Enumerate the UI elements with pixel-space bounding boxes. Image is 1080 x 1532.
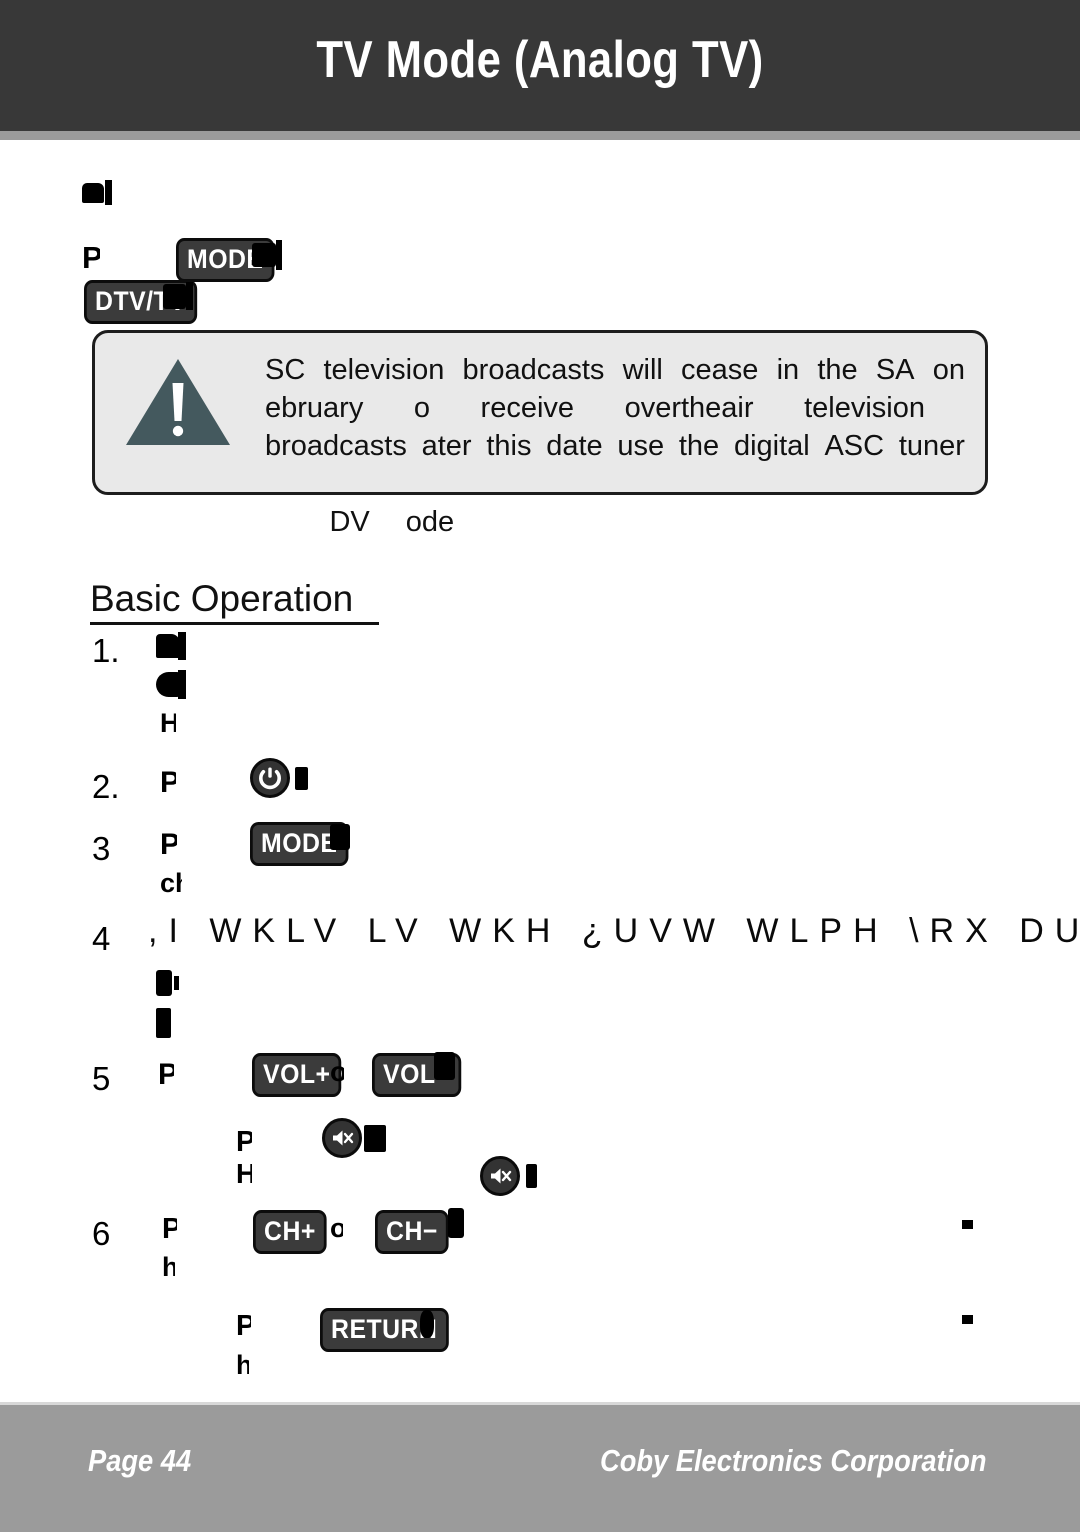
- step-4-fragment-a: [156, 970, 180, 996]
- artifact-dot-2: [962, 1315, 973, 1324]
- step-5-fragment-c: [434, 1052, 455, 1080]
- intro-fragment-2: P: [82, 242, 100, 273]
- warning-note-box: SC television broadcasts will cease in t…: [92, 330, 988, 538]
- step-number-5: 5: [92, 1060, 111, 1097]
- page-title: TV Mode (Analog TV): [316, 31, 764, 89]
- step-6-return-fragment: P: [236, 1312, 251, 1341]
- step-2-fragment-a: P: [160, 768, 176, 798]
- badge-ch-up-label: CH+: [253, 1210, 327, 1254]
- artifact-dot-1: [962, 1220, 973, 1229]
- step-6-fragment-a: P: [162, 1215, 177, 1244]
- step-6-fragment-b: o: [330, 1215, 343, 1242]
- note-line-2: ebruary o receive overtheair television: [265, 392, 925, 424]
- note-line-1: SC television broadcasts will cease in t…: [265, 354, 965, 386]
- intro-fragment-4: [163, 282, 194, 310]
- step-1-fragment-a: [156, 632, 187, 660]
- warning-triangle-icon: [123, 353, 233, 449]
- step-number-6: 6: [92, 1215, 111, 1252]
- intro-fragment-1: [82, 180, 113, 205]
- step-6-badge-chup[interactable]: CH+: [253, 1210, 333, 1254]
- step-number-2: 2.: [92, 768, 120, 805]
- warning-note-text: SC television broadcasts will cease in t…: [265, 351, 965, 579]
- step-number-3: 3: [92, 830, 111, 867]
- step-6-fragment-f: h: [236, 1352, 249, 1379]
- step-6-fragment-e: [420, 1310, 434, 1338]
- step-5-mute-key-2[interactable]: [480, 1156, 538, 1196]
- section-heading-basic-operation: Basic Operation: [90, 578, 380, 625]
- step-6-badge-chdown[interactable]: CH−: [375, 1210, 455, 1254]
- power-icon: [250, 758, 290, 798]
- step-4-garbled-text: ,I WKLV LV WKH ¿UVW WLPH \RX DUH XV: [148, 912, 1080, 950]
- step-5-mute-key-1[interactable]: [322, 1118, 387, 1158]
- step-3-fragment-c: ch: [160, 870, 182, 897]
- footer-company-name: Coby Electronics Corporation: [600, 1443, 987, 1478]
- step-3-fragment-b: [330, 824, 350, 850]
- footer-page-number: Page 44: [88, 1443, 192, 1478]
- step-1-fragment-c: H: [160, 710, 176, 737]
- step-2-power-key[interactable]: [250, 758, 309, 798]
- page-content: P MODE DTV/TV SC television broadcasts w…: [0, 140, 1080, 1402]
- mute-icon: [322, 1118, 362, 1158]
- note-line-3: broadcasts ater this date use the digita…: [265, 430, 965, 462]
- step-number-4: 4: [92, 920, 111, 957]
- step-1-fragment-b: [156, 670, 187, 699]
- note-line-4: DV ode: [329, 506, 455, 538]
- step-4-fragment-b: [156, 1008, 171, 1038]
- badge-vol-up-label: VOL+: [252, 1053, 342, 1097]
- step-6-badge-return[interactable]: RETURN: [320, 1308, 460, 1352]
- header-divider: [0, 131, 1080, 140]
- step-5-mute-row-1: P: [236, 1128, 252, 1157]
- intro-fragment-3: [252, 240, 283, 270]
- step-3-fragment-a: P: [160, 830, 177, 860]
- step-5-fragment-a: P: [158, 1060, 174, 1090]
- step-6-fragment-c: [448, 1208, 464, 1238]
- badge-ch-down-label: CH−: [375, 1210, 449, 1254]
- mute-icon: [480, 1156, 520, 1196]
- step-6-fragment-d: h: [162, 1254, 175, 1281]
- step-number-1: 1.: [92, 632, 120, 669]
- step-5-fragment-b: o: [330, 1058, 344, 1086]
- step-5-mute-row-2: H: [236, 1160, 252, 1188]
